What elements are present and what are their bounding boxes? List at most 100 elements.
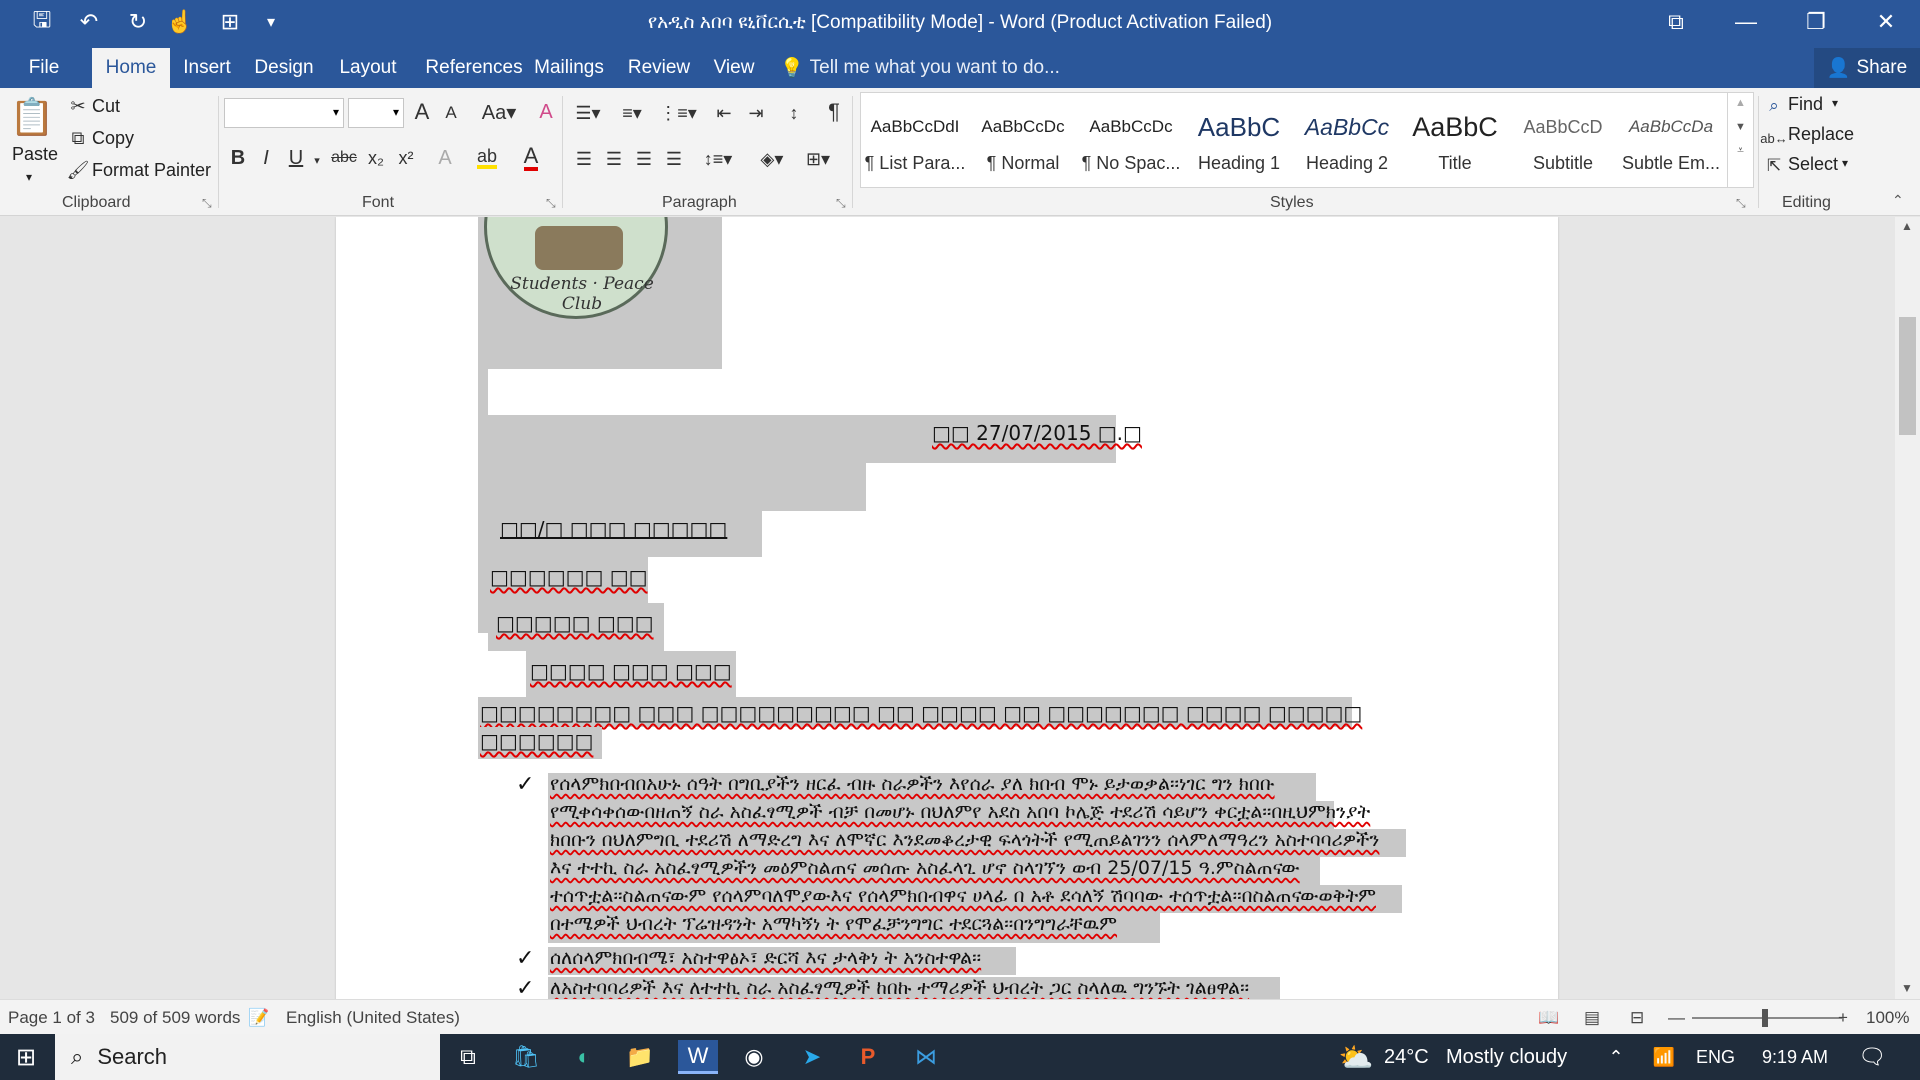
restore-button[interactable]: ❐ [1782, 0, 1850, 44]
tab-references[interactable]: References [416, 48, 532, 88]
cut-button[interactable]: Cut [92, 96, 120, 117]
styles-launcher-icon[interactable]: ⤡ [1736, 196, 1746, 211]
select-button[interactable]: Select [1788, 154, 1838, 175]
style-heading-2[interactable]: AaBbCc Heading 2 [1293, 101, 1401, 191]
format-painter-button[interactable]: Format Painter [92, 160, 211, 181]
zoom-out-icon[interactable]: — [1668, 1008, 1685, 1028]
chevron-down-icon[interactable]: ▾ [310, 146, 324, 174]
style-no-spacing[interactable]: AaBbCcDc ¶ No Spac... [1077, 101, 1185, 191]
edge-icon[interactable]: ◐ [564, 1040, 604, 1074]
select-dropdown-icon[interactable]: ▾ [1842, 156, 1848, 170]
zoom-slider[interactable] [1692, 1009, 1842, 1027]
weather-temperature[interactable]: 24°C [1384, 1046, 1429, 1069]
find-dropdown-icon[interactable]: ▾ [1832, 96, 1838, 110]
style-title[interactable]: AaBbC Title [1401, 101, 1509, 191]
proofing-icon[interactable]: 📝 [248, 1008, 269, 1028]
powerpoint-icon[interactable]: P [848, 1040, 888, 1074]
weather-cloud-icon[interactable]: ⛅ [1336, 1040, 1376, 1074]
style-subtitle[interactable]: AaBbCcD Subtitle [1509, 101, 1617, 191]
print-layout-icon[interactable]: ▤ [1584, 1008, 1600, 1028]
telegram-icon[interactable]: ➤ [792, 1040, 832, 1074]
zoom-level[interactable]: 100% [1866, 1008, 1909, 1028]
tab-layout[interactable]: Layout [330, 48, 406, 88]
tab-insert[interactable]: Insert [176, 48, 238, 88]
gallery-up-icon[interactable]: ▲ [1728, 97, 1753, 109]
paste-icon[interactable]: 📋 [10, 94, 55, 140]
tab-view[interactable]: View [704, 48, 764, 88]
highlight-color-icon[interactable]: ab [470, 144, 504, 172]
word-count[interactable]: 509 of 509 words [110, 1008, 240, 1028]
paragraph-launcher-icon[interactable]: ⤡ [836, 196, 846, 211]
grow-font-icon[interactable]: A [410, 99, 434, 124]
tab-mailings[interactable]: Mailings [532, 48, 606, 88]
clipboard-launcher-icon[interactable]: ⤡ [202, 196, 212, 211]
page-count[interactable]: Page 1 of 3 [8, 1008, 95, 1028]
tab-review[interactable]: Review [624, 48, 694, 88]
web-layout-icon[interactable]: ⊟ [1630, 1008, 1644, 1028]
superscript-button[interactable]: x² [392, 144, 420, 172]
font-color-icon[interactable]: A [514, 144, 548, 172]
tab-design[interactable]: Design [248, 48, 320, 88]
text-effects-icon[interactable]: A [430, 144, 460, 172]
borders-icon[interactable]: ⊞▾ [798, 146, 838, 172]
bold-button[interactable]: B [226, 144, 250, 172]
style-normal[interactable]: AaBbCcDc ¶ Normal [969, 101, 1077, 191]
scroll-thumb[interactable] [1899, 317, 1916, 435]
scroll-down-icon[interactable]: ▼ [1901, 981, 1913, 995]
underline-button[interactable]: U [284, 144, 308, 172]
subscript-button[interactable]: x₂ [362, 144, 390, 172]
style-subtle-emphasis[interactable]: AaBbCcDa Subtle Em... [1617, 101, 1725, 191]
font-launcher-icon[interactable]: ⤡ [546, 196, 556, 211]
tab-file[interactable]: File [14, 48, 74, 88]
show-formatting-button[interactable]: ¶ [820, 98, 848, 126]
clear-formatting-icon[interactable]: A [532, 100, 560, 124]
weather-description[interactable]: Mostly cloudy [1446, 1046, 1567, 1069]
show-hidden-icons-icon[interactable]: ⌃ [1596, 1040, 1636, 1074]
windows-start-icon[interactable]: ⊞ [6, 1040, 46, 1074]
clock[interactable]: 9:19 AM [1762, 1047, 1828, 1068]
shrink-font-icon[interactable]: A [440, 102, 462, 124]
word-icon[interactable]: W [678, 1040, 718, 1074]
strikethrough-button[interactable]: abc [328, 144, 360, 172]
align-center-icon[interactable]: ☰ [600, 146, 628, 172]
share-button[interactable]: 👤 Share [1814, 48, 1920, 88]
minimize-button[interactable]: — [1712, 0, 1780, 44]
zoom-slider-thumb[interactable] [1762, 1009, 1768, 1027]
decrease-indent-icon[interactable]: ⇤ [710, 100, 738, 126]
paste-button[interactable]: Paste [12, 144, 58, 165]
justify-icon[interactable]: ☰ [660, 146, 688, 172]
file-explorer-icon[interactable]: 📁 [620, 1040, 660, 1074]
paste-dropdown-icon[interactable]: ▾ [26, 170, 32, 184]
taskbar-search[interactable]: ⌕ Search [55, 1034, 440, 1080]
vscode-icon[interactable]: ⋈ [906, 1040, 946, 1074]
notifications-icon[interactable]: 🗨 [1852, 1040, 1892, 1074]
copy-button[interactable]: Copy [92, 128, 134, 149]
replace-button[interactable]: Replace [1788, 124, 1854, 145]
line-spacing-icon[interactable]: ↕≡▾ [696, 146, 740, 172]
read-mode-icon[interactable]: 📖 [1538, 1008, 1559, 1028]
bullets-icon[interactable]: ☰▾ [570, 100, 606, 126]
numbering-icon[interactable]: ≡▾ [612, 100, 652, 126]
store-icon[interactable]: 🛍 [506, 1040, 546, 1074]
find-button[interactable]: Find [1788, 94, 1823, 115]
document-page[interactable]: Students · Peace Club □□ 27/07/2015 □.□ … [336, 217, 1558, 999]
vertical-scrollbar[interactable]: ▲ ▼ [1895, 217, 1920, 999]
close-button[interactable]: ✕ [1852, 0, 1920, 44]
change-case-icon[interactable]: Aa▾ [478, 100, 520, 124]
input-language[interactable]: ENG [1696, 1047, 1735, 1068]
italic-button[interactable]: I [254, 144, 278, 172]
multilevel-list-icon[interactable]: ⋮≡▾ [658, 100, 698, 126]
gallery-more-icon[interactable]: ⩡ [1728, 143, 1753, 158]
task-view-icon[interactable]: ⧉ [448, 1040, 488, 1074]
scroll-up-icon[interactable]: ▲ [1901, 219, 1913, 233]
style-heading-1[interactable]: AaBbC Heading 1 [1185, 101, 1293, 191]
tab-home[interactable]: Home [92, 48, 170, 88]
shading-icon[interactable]: ◈▾ [752, 146, 792, 172]
sort-icon[interactable]: ↕ [780, 100, 808, 126]
ribbon-display-icon[interactable]: ⧉ [1642, 0, 1710, 44]
increase-indent-icon[interactable]: ⇥ [742, 100, 770, 126]
wifi-icon[interactable]: 📶 [1644, 1040, 1684, 1074]
style-list-paragraph[interactable]: AaBbCcDdI ¶ List Para... [861, 101, 969, 191]
zoom-in-icon[interactable]: + [1838, 1008, 1848, 1028]
tell-me-box[interactable]: 💡 Tell me what you want to do... [780, 48, 1060, 88]
